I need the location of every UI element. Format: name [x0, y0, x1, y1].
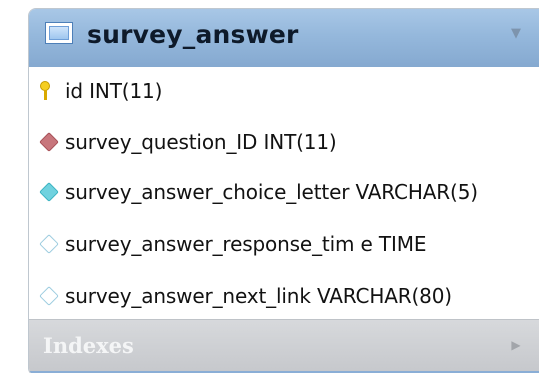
expand-arrow-icon[interactable]: ▶	[507, 336, 525, 354]
column-row-response-time[interactable]: survey_answer_response_tim e TIME	[29, 226, 539, 262]
indexes-label: Indexes	[43, 333, 134, 358]
column-definition: id INT(11)	[65, 79, 163, 103]
column-definition: survey_answer_next_link VARCHAR(80)	[65, 284, 452, 308]
column-row-choice-letter[interactable]: survey_answer_choice_letter VARCHAR(5)	[29, 174, 539, 210]
column-definition: survey_answer_response_tim e TIME	[65, 232, 427, 256]
foreign-key-diamond-icon	[39, 132, 59, 152]
indexes-section-bar[interactable]: Indexes ▶	[29, 319, 539, 372]
nullable-diamond-icon	[39, 286, 59, 306]
diagram-canvas: ⌒ survey_answer ▼ id INT(11) survey_ques…	[0, 0, 539, 373]
column-row-survey-question-id[interactable]: survey_question_ID INT(11)	[29, 124, 539, 160]
column-definition: survey_answer_choice_letter VARCHAR(5)	[65, 180, 478, 204]
table-title: survey_answer	[87, 20, 299, 49]
column-row-id[interactable]: id INT(11)	[29, 73, 539, 109]
survey-answer-table-card[interactable]: survey_answer ▼ id INT(11) survey_questi…	[28, 8, 539, 373]
table-icon	[45, 22, 73, 44]
not-null-diamond-icon	[39, 182, 59, 202]
collapse-chevron-icon[interactable]: ▼	[506, 26, 526, 42]
column-list: id INT(11) survey_question_ID INT(11) su…	[29, 67, 539, 317]
table-header[interactable]: survey_answer ▼	[29, 9, 539, 68]
relationship-connector-icon: ⌒	[288, 0, 302, 8]
column-row-next-link[interactable]: survey_answer_next_link VARCHAR(80)	[29, 278, 539, 314]
primary-key-icon	[39, 81, 51, 103]
column-definition: survey_question_ID INT(11)	[65, 130, 337, 154]
nullable-diamond-icon	[39, 234, 59, 254]
